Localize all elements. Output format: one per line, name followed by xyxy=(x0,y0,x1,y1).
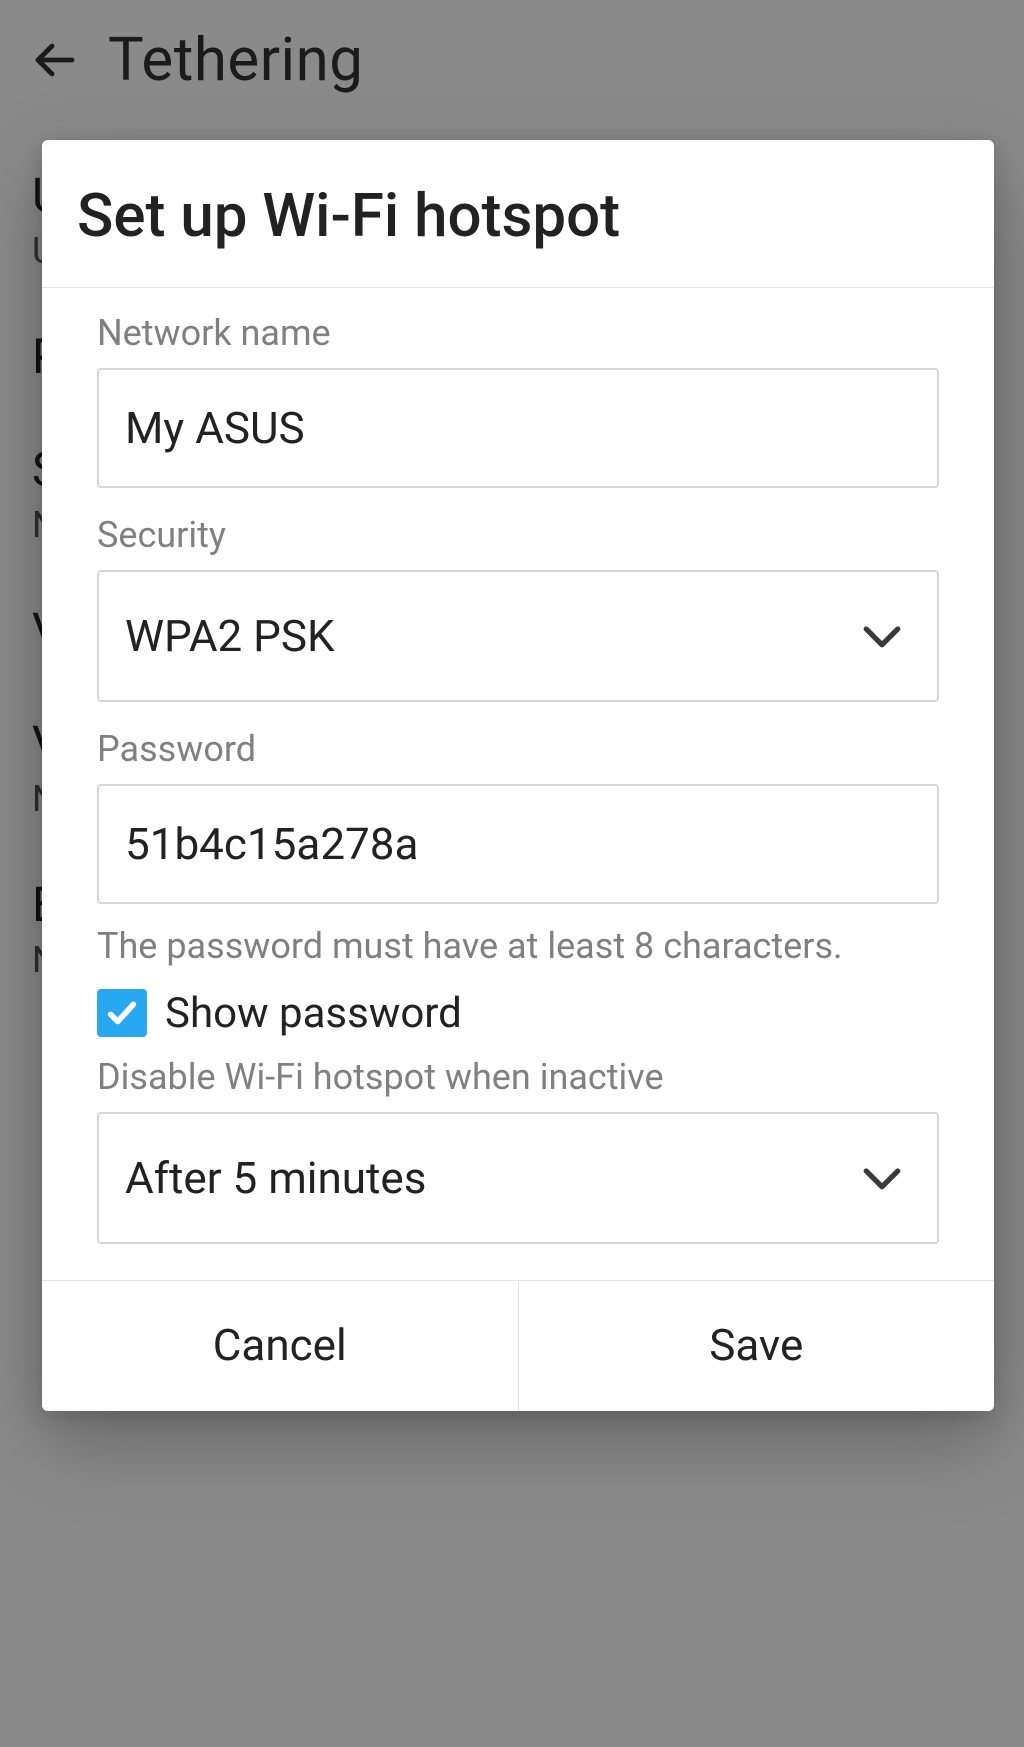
network-name-input[interactable] xyxy=(97,368,939,488)
chevron-down-icon xyxy=(861,622,903,650)
inactive-label: Disable Wi-Fi hotspot when inactive xyxy=(97,1056,939,1098)
dialog-actions: Cancel Save xyxy=(42,1280,994,1411)
security-select[interactable]: WPA2 PSK xyxy=(97,570,939,702)
password-label: Password xyxy=(97,728,939,770)
password-helper: The password must have at least 8 charac… xyxy=(97,922,939,971)
show-password-checkbox[interactable] xyxy=(97,989,147,1037)
chevron-down-icon xyxy=(861,1164,903,1192)
password-input[interactable] xyxy=(97,784,939,904)
security-label: Security xyxy=(97,514,939,556)
dialog-title: Set up Wi-Fi hotspot xyxy=(42,140,994,288)
show-password-row[interactable]: Show password xyxy=(97,989,939,1038)
show-password-label: Show password xyxy=(165,989,462,1038)
security-value: WPA2 PSK xyxy=(125,610,335,662)
network-name-label: Network name xyxy=(97,312,939,354)
inactive-value: After 5 minutes xyxy=(125,1152,426,1204)
inactive-select[interactable]: After 5 minutes xyxy=(97,1112,939,1244)
cancel-button[interactable]: Cancel xyxy=(42,1281,518,1411)
hotspot-dialog: Set up Wi-Fi hotspot Network name Securi… xyxy=(42,140,994,1411)
save-button[interactable]: Save xyxy=(518,1281,995,1411)
